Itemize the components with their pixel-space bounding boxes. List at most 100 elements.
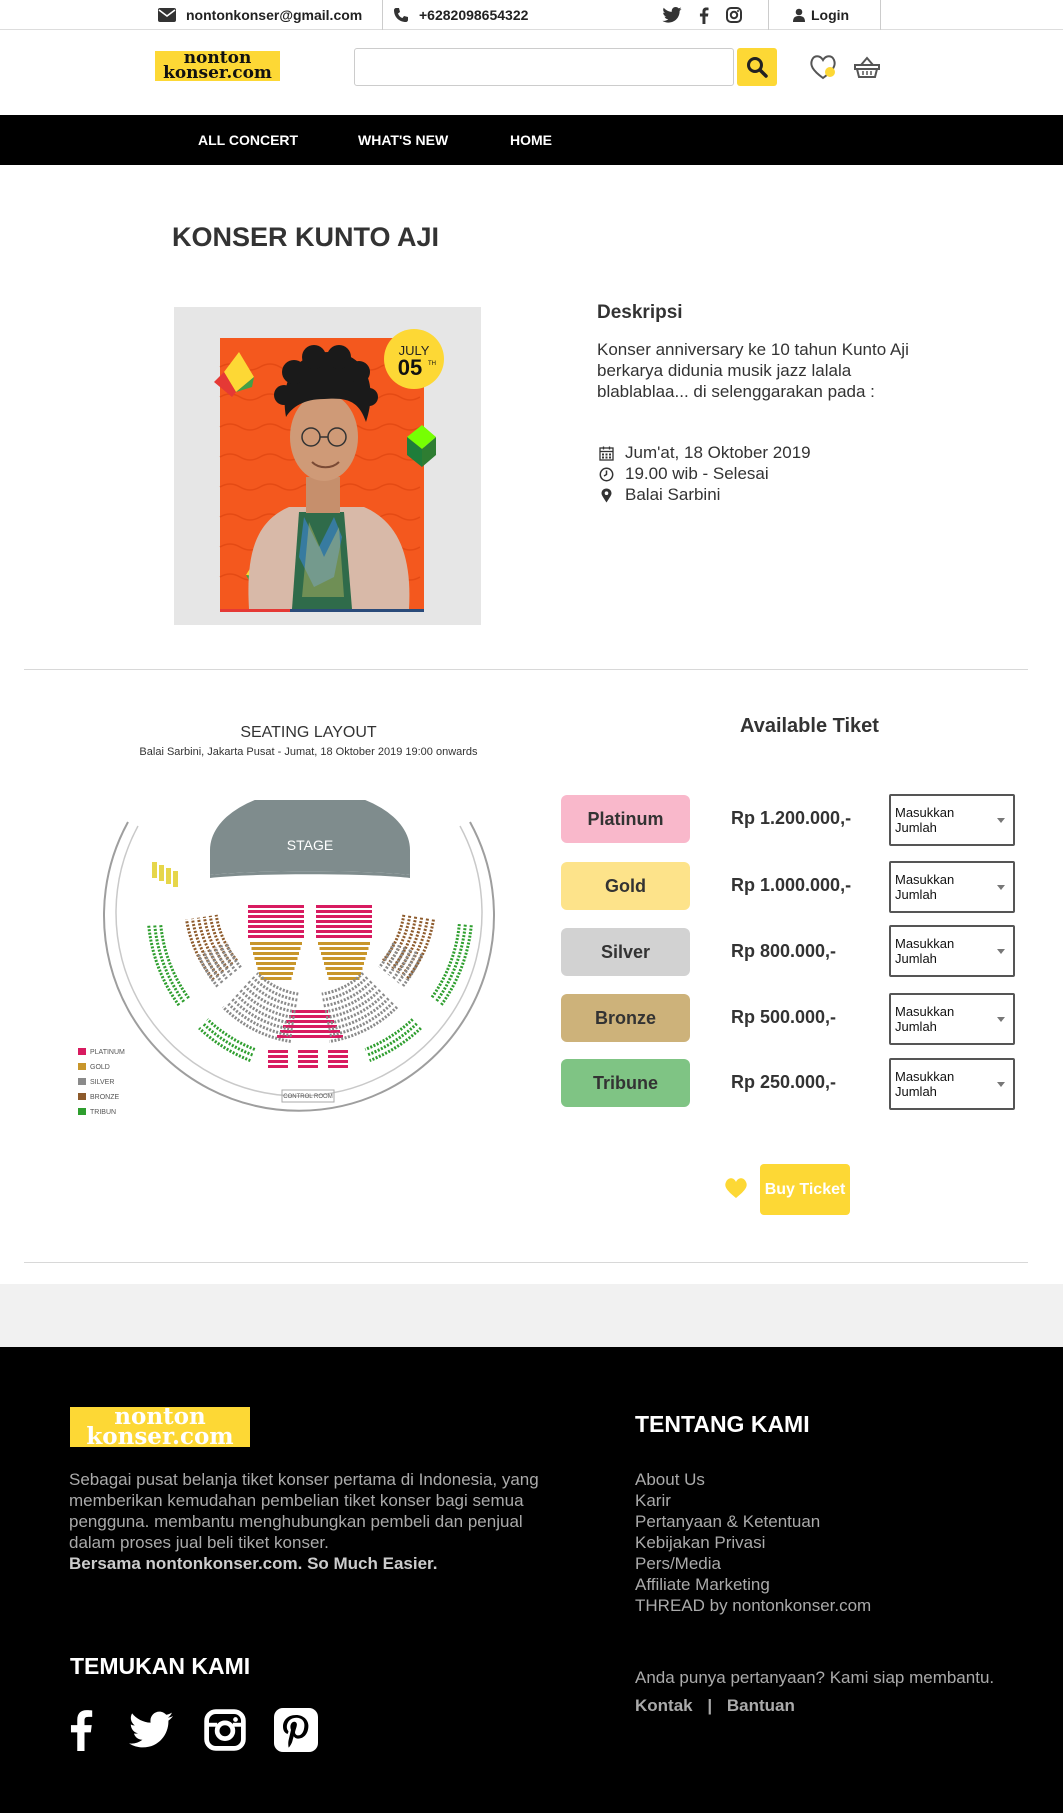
quantity-select-gold[interactable]: Masukkan Jumlah	[889, 861, 1015, 913]
quantity-select-bronze[interactable]: Masukkan Jumlah	[889, 993, 1015, 1045]
seat-row-platinum[interactable]	[268, 1065, 288, 1068]
twitter-icon	[128, 1711, 173, 1747]
nav-whats-new[interactable]: WHAT'S NEW	[358, 115, 448, 165]
footer-link-about[interactable]: About Us	[635, 1469, 871, 1490]
seat-row-platinum[interactable]	[316, 905, 372, 908]
login-link[interactable]: Login	[793, 0, 849, 30]
seat-row-platinum[interactable]	[316, 910, 372, 913]
seat-row-platinum[interactable]	[328, 1050, 348, 1053]
quantity-select-silver[interactable]: Masukkan Jumlah	[889, 925, 1015, 977]
search-button[interactable]	[737, 48, 777, 86]
seat-row-platinum[interactable]	[298, 1060, 318, 1063]
seat-row-platinum[interactable]	[248, 920, 304, 923]
contact-link[interactable]: Kontak	[635, 1696, 693, 1715]
seat-row-gold[interactable]	[254, 957, 298, 960]
tier-price-silver: Rp 800.000,-	[731, 941, 837, 961]
footer-links: About Us Karir Pertanyaan & Ketentuan Ke…	[635, 1469, 871, 1616]
facebook-icon[interactable]	[698, 6, 710, 24]
seat-row-gold[interactable]	[322, 957, 366, 960]
footer-pinterest-link[interactable]	[273, 1707, 318, 1752]
nav-all-concert[interactable]: ALL CONCERT	[198, 115, 298, 165]
seat-row-platinum[interactable]	[328, 1055, 348, 1058]
seat-row-silver[interactable]	[378, 942, 396, 969]
instagram-icon[interactable]	[726, 7, 742, 23]
quantity-select-platinum[interactable]: Masukkan Jumlah	[889, 794, 1015, 846]
user-icon	[793, 8, 805, 22]
seat-row-platinum[interactable]	[316, 920, 372, 923]
seat-row-gold[interactable]	[251, 947, 301, 950]
footer-link-karir[interactable]: Karir	[635, 1490, 871, 1511]
seat-row-platinum[interactable]	[328, 1065, 348, 1068]
seat-row-gold[interactable]	[250, 942, 302, 945]
seat-row-gold[interactable]	[324, 962, 364, 965]
seat-block-gold[interactable]	[159, 865, 164, 881]
seat-row-silver[interactable]	[224, 942, 242, 969]
seat-row-gold[interactable]	[318, 942, 370, 945]
twitter-icon[interactable]	[662, 7, 682, 23]
seat-row-platinum[interactable]	[289, 1015, 331, 1018]
seat-row-platinum[interactable]	[268, 1055, 288, 1058]
nav-home[interactable]: HOME	[510, 115, 552, 165]
search-box[interactable]	[354, 48, 734, 86]
seat-block-gold[interactable]	[166, 868, 171, 884]
seat-row-platinum[interactable]	[316, 930, 372, 933]
seat-row-platinum[interactable]	[248, 925, 304, 928]
seat-row-silver[interactable]	[321, 971, 365, 996]
seating-map: STAGE CONTROL ROOM PLATINUM GOLD SILVER …	[78, 800, 495, 1116]
footer-twitter-link[interactable]	[128, 1707, 173, 1752]
seat-row-platinum[interactable]	[268, 1060, 288, 1063]
footer-instagram-link[interactable]	[202, 1707, 247, 1752]
seat-row-tribun[interactable]	[159, 923, 190, 1000]
seat-row-platinum[interactable]	[298, 1055, 318, 1058]
cart-button[interactable]	[852, 52, 882, 82]
wishlist-heart-icon[interactable]	[724, 1177, 748, 1199]
seat-row-tribun[interactable]	[430, 923, 461, 1000]
seat-row-gold[interactable]	[328, 977, 360, 980]
seat-row-gold[interactable]	[321, 952, 367, 955]
seat-row-platinum[interactable]	[248, 910, 304, 913]
seat-row-platinum[interactable]	[328, 1060, 348, 1063]
seat-row-gold[interactable]	[327, 972, 361, 975]
help-link[interactable]: Bantuan	[727, 1696, 795, 1715]
seat-row-platinum[interactable]	[248, 915, 304, 918]
footer-link-thread[interactable]: THREAD by nontonkonser.com	[635, 1595, 871, 1616]
footer-link-terms[interactable]: Pertanyaan & Ketentuan	[635, 1511, 871, 1532]
footer-link-press[interactable]: Pers/Media	[635, 1553, 871, 1574]
footer-link-privacy[interactable]: Kebijakan Privasi	[635, 1532, 871, 1553]
footer-logo-line2: konser.com	[86, 1423, 234, 1447]
seat-row-gold[interactable]	[256, 962, 296, 965]
phone-contact[interactable]: +6282098654322	[393, 0, 528, 30]
footer-facebook-link[interactable]	[58, 1707, 103, 1752]
seat-row-platinum[interactable]	[298, 1065, 318, 1068]
seat-row-platinum[interactable]	[248, 905, 304, 908]
seat-row-gold[interactable]	[325, 967, 363, 970]
quantity-select-tribune[interactable]: Masukkan Jumlah	[889, 1058, 1015, 1110]
seat-row-tribun[interactable]	[198, 1026, 251, 1063]
footer-logo[interactable]: nonton konser.com	[70, 1407, 250, 1447]
seat-block-gold[interactable]	[173, 871, 178, 887]
seat-row-gold[interactable]	[259, 972, 293, 975]
seat-row-platinum[interactable]	[248, 930, 304, 933]
seat-row-platinum[interactable]	[280, 1030, 340, 1033]
seat-row-gold[interactable]	[319, 947, 369, 950]
seat-row-tribun[interactable]	[439, 925, 473, 1007]
seat-row-platinum[interactable]	[248, 935, 304, 938]
seat-row-gold[interactable]	[257, 967, 295, 970]
seat-row-silver[interactable]	[323, 980, 373, 1008]
site-logo[interactable]: nonton konser.com	[155, 50, 280, 82]
buy-ticket-button[interactable]: Buy Ticket	[760, 1164, 850, 1215]
seat-row-platinum[interactable]	[316, 925, 372, 928]
seat-row-platinum[interactable]	[283, 1025, 337, 1028]
seat-row-silver[interactable]	[255, 971, 299, 996]
seat-block-gold[interactable]	[152, 862, 157, 878]
seat-row-platinum[interactable]	[298, 1050, 318, 1053]
seat-row-platinum[interactable]	[268, 1050, 288, 1053]
email-contact[interactable]: nontonkonser@gmail.com	[158, 0, 362, 30]
seat-row-platinum[interactable]	[316, 915, 372, 918]
seat-row-platinum[interactable]	[316, 935, 372, 938]
footer-link-affiliate[interactable]: Affiliate Marketing	[635, 1574, 871, 1595]
wishlist-button[interactable]	[808, 52, 838, 82]
search-input[interactable]	[355, 49, 733, 85]
seat-row-platinum[interactable]	[292, 1010, 328, 1013]
seat-row-gold[interactable]	[253, 952, 299, 955]
